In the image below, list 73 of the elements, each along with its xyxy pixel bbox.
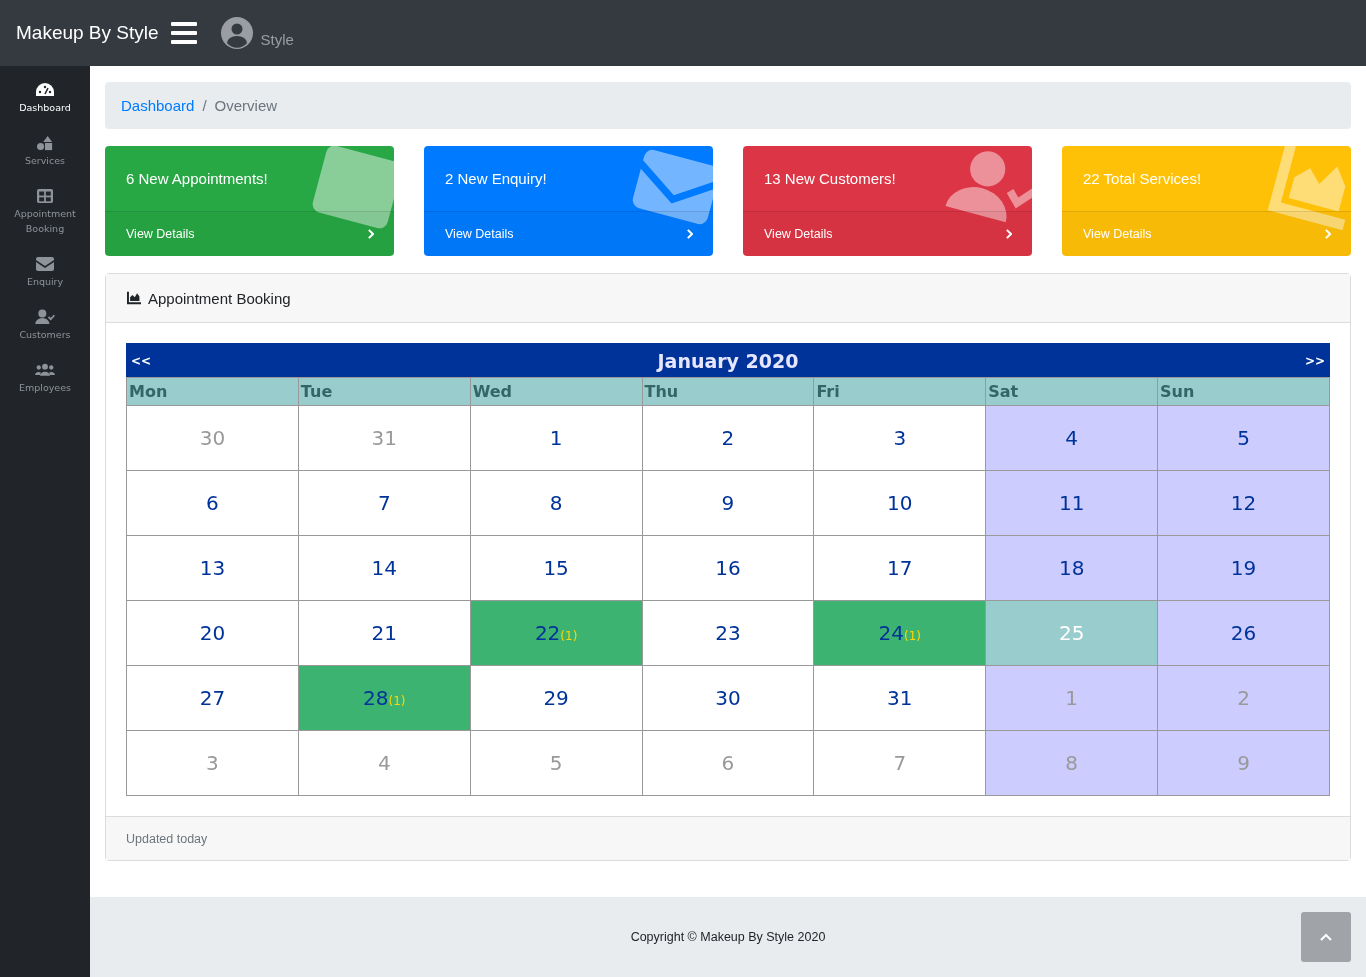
calendar-day[interactable]: 20 — [126, 600, 299, 666]
calendar-day[interactable]: 24(1) — [813, 600, 986, 666]
calendar-day[interactable]: 21 — [298, 600, 471, 666]
chevron-up-icon — [1320, 933, 1332, 941]
nav-icon — [35, 82, 55, 98]
calendar-day[interactable]: 8 — [470, 470, 643, 536]
calendar-day[interactable]: 31 — [813, 665, 986, 731]
calendar-day[interactable]: 29 — [470, 665, 643, 731]
calendar-day[interactable]: 22(1) — [470, 600, 643, 666]
chevron-right-icon — [1324, 229, 1331, 239]
sidebar-item[interactable]: Dashboard — [0, 82, 90, 115]
area-chart-icon — [126, 291, 142, 305]
calendar-day[interactable]: 7 — [298, 470, 471, 536]
nav-icon — [35, 362, 55, 378]
calendar-day[interactable]: 11 — [985, 470, 1158, 536]
calendar-day[interactable]: 19 — [1157, 535, 1330, 601]
calendar-day[interactable]: 10 — [813, 470, 986, 536]
card-title: 2 New Enquiry! — [424, 146, 713, 212]
calendar-day[interactable]: 15 — [470, 535, 643, 601]
calendar-day[interactable]: 14 — [298, 535, 471, 601]
breadcrumb-current: Overview — [214, 97, 278, 114]
calendar-day[interactable]: 6 — [126, 470, 299, 536]
calendar-day[interactable]: 5 — [1157, 405, 1330, 471]
sidebar-item[interactable]: Enquiry — [0, 256, 90, 289]
calendar-day[interactable]: 23 — [642, 600, 814, 666]
weekday-header: Sun — [1157, 377, 1330, 406]
card-title: 22 Total Services! — [1062, 146, 1351, 212]
weekday-header: Thu — [642, 377, 814, 406]
calendar-day[interactable]: 3 — [813, 405, 986, 471]
panel-title: Appointment Booking — [148, 289, 291, 307]
sidebar-item[interactable]: Appointment Booking — [0, 188, 90, 236]
calendar-day[interactable]: 27 — [126, 665, 299, 731]
updated-note: Updated today — [126, 831, 208, 846]
weekday-header: Fri — [813, 377, 986, 406]
nav-icon — [35, 135, 55, 151]
calendar-day[interactable]: 30 — [642, 665, 814, 731]
view-details-link[interactable]: View Details — [743, 212, 1032, 256]
calendar-day[interactable]: 18 — [985, 535, 1158, 601]
calendar-day[interactable]: 16 — [642, 535, 814, 601]
month-title: January 2020 — [657, 349, 799, 372]
calendar-day[interactable]: 1 — [470, 405, 643, 471]
weekday-header: Tue — [298, 377, 471, 406]
calendar-day[interactable]: 13 — [126, 535, 299, 601]
card-title: 13 New Customers! — [743, 146, 1032, 212]
weekday-header: Sat — [985, 377, 1158, 406]
calendar-day[interactable]: 2 — [642, 405, 814, 471]
calendar-day[interactable]: 12 — [1157, 470, 1330, 536]
sidebar-item[interactable]: Customers — [0, 309, 90, 342]
next-month-button[interactable]: >> — [1304, 353, 1325, 368]
user-name[interactable]: Style — [260, 30, 294, 48]
weekday-header: Mon — [126, 377, 299, 406]
sidebar-item[interactable]: Services — [0, 135, 90, 168]
menu-icon[interactable] — [170, 22, 197, 44]
user-avatar-icon[interactable] — [220, 17, 253, 49]
chevron-right-icon — [367, 229, 374, 239]
nav-icon — [35, 256, 55, 272]
brand-title[interactable]: Makeup By Style — [16, 22, 159, 44]
calendar-day[interactable]: 28(1) — [298, 665, 471, 731]
calendar-day[interactable]: 26 — [1157, 600, 1330, 666]
previous-month-button[interactable]: << — [131, 353, 152, 368]
copyright-text: Copyright © Makeup By Style 2020 — [630, 930, 826, 944]
nav-icon — [35, 309, 55, 325]
view-details-link[interactable]: View Details — [424, 212, 713, 256]
chevron-right-icon — [686, 229, 693, 239]
nav-icon — [35, 188, 55, 204]
card-title: 6 New Appointments! — [105, 146, 394, 212]
calendar-day[interactable]: 17 — [813, 535, 986, 601]
breadcrumb-separator: / — [202, 97, 207, 114]
weekday-header: Wed — [470, 377, 643, 406]
calendar-day[interactable]: 9 — [642, 470, 814, 536]
calendar-day[interactable]: 4 — [985, 405, 1158, 471]
sidebar-item[interactable]: Employees — [0, 362, 90, 395]
chevron-right-icon — [1005, 229, 1012, 239]
